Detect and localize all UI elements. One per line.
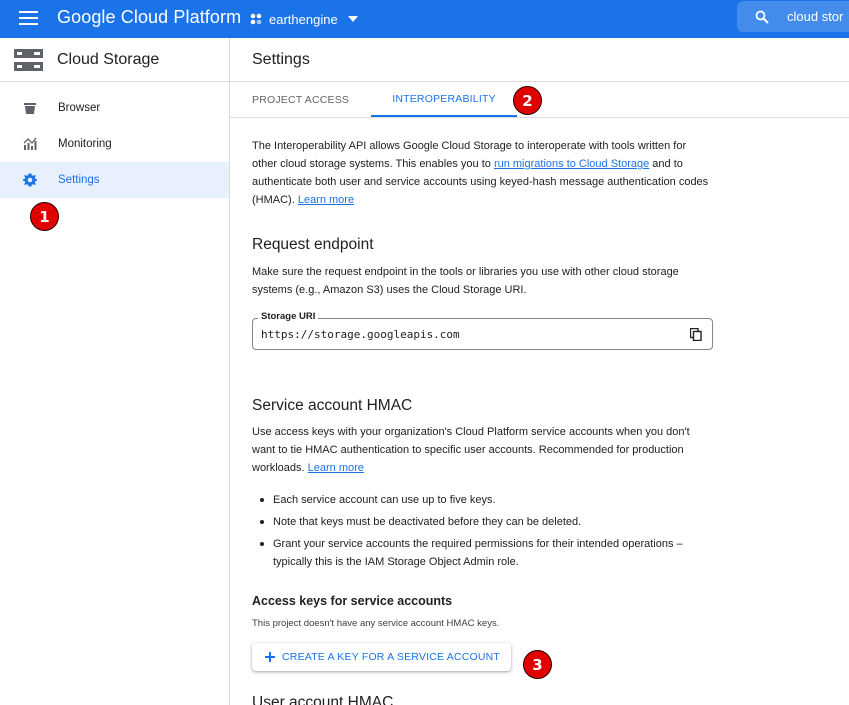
project-name: earthengine [269,11,338,27]
intro-text: The Interoperability API allows Google C… [252,137,712,209]
search-icon [755,10,769,24]
chevron-down-icon [347,16,358,22]
annotation-marker-1: 1 [30,202,59,231]
storage-uri-label: Storage URI [258,311,319,322]
service-hmac-description: Use access keys with your organization's… [252,423,712,477]
tab-interoperability[interactable]: INTEROPERABILITY [371,82,517,117]
sidebar-item-label: Settings [58,174,100,186]
brand-title[interactable]: Google Cloud Platform [57,7,241,28]
sidebar-item-browser[interactable]: Browser [0,90,229,126]
user-hmac-heading: User account HMAC [252,694,394,705]
main-content: Settings PROJECT ACCESS INTEROPERABILITY… [230,38,849,705]
annotation-marker-3: 3 [523,650,552,679]
search-query: cloud stor [787,9,844,24]
sidebar-item-label: Browser [58,102,101,114]
annotation-marker-2: 2 [513,86,542,115]
sidebar: Cloud Storage Browser Monitoring Setting… [0,38,230,705]
list-item: Note that keys must be deactivated befor… [252,513,717,531]
run-migrations-link[interactable]: run migrations to Cloud Storage [494,158,649,170]
copy-icon[interactable] [690,328,702,341]
request-endpoint-description: Make sure the request endpoint in the to… [252,266,679,296]
top-app-bar: Google Cloud Platform earthengine cloud … [0,0,849,38]
access-keys-heading: Access keys for service accounts [252,594,453,608]
service-hmac-bullets: Each service account can use up to five … [252,491,717,575]
storage-uri-value[interactable]: https://storage.googleapis.com [261,328,460,341]
list-item: Grant your service accounts the required… [252,535,717,571]
plus-icon [265,652,275,662]
list-item: Each service account can use up to five … [252,491,717,509]
page-header: Settings [230,38,849,82]
storage-uri-field[interactable]: Storage URI https://storage.googleapis.c… [252,311,713,350]
no-keys-message: This project doesn't have any service ac… [252,618,500,629]
monitoring-icon [23,137,37,150]
sidebar-header: Cloud Storage [0,38,229,82]
sidebar-title: Cloud Storage [57,50,160,68]
request-endpoint-heading: Request endpoint [252,236,374,253]
cloud-storage-icon [14,48,43,71]
service-hmac-heading: Service account HMAC [252,397,413,414]
learn-more-link[interactable]: Learn more [298,194,354,206]
search-input[interactable]: cloud stor [737,1,849,32]
hamburger-menu-icon[interactable] [19,11,38,25]
project-selector[interactable]: earthengine [249,8,358,30]
sidebar-item-label: Monitoring [58,138,112,150]
bucket-icon [24,103,36,114]
create-service-key-button[interactable]: CREATE A KEY FOR A SERVICE ACCOUNT [252,643,511,671]
project-hexagon-icon [250,13,262,25]
sidebar-item-settings[interactable]: Settings [0,162,229,198]
page-title: Settings [252,50,310,68]
sidebar-item-monitoring[interactable]: Monitoring [0,126,229,162]
tab-project-access[interactable]: PROJECT ACCESS [252,82,349,117]
gear-icon [23,173,37,187]
service-hmac-learn-more-link[interactable]: Learn more [308,462,364,474]
create-service-key-label: CREATE A KEY FOR A SERVICE ACCOUNT [282,651,501,663]
